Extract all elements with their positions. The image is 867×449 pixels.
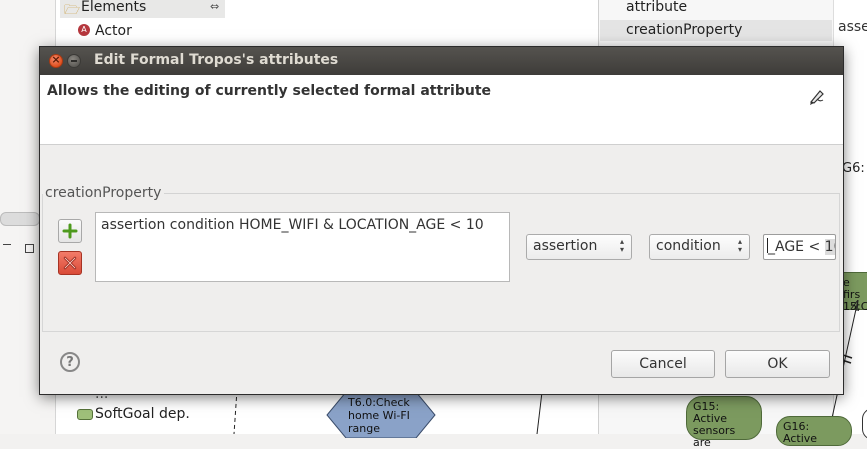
add-button[interactable] — [58, 219, 82, 243]
dialog-title: Edit Formal Tropos's attributes — [94, 52, 339, 68]
goal-node-g15-label: G15: Active sensors are — [693, 400, 736, 449]
close-icon: × — [51, 53, 61, 66]
cancel-button[interactable]: Cancel — [611, 350, 715, 378]
property-row-creationproperty[interactable]: creationProperty — [600, 20, 832, 41]
property-text-area[interactable]: assertion condition HOME_WIFI & LOCATION… — [95, 212, 510, 282]
folder-icon: 🗁 — [64, 3, 81, 18]
updown-arrows-icon: ▴ ▾ — [737, 237, 742, 254]
ok-button[interactable]: OK — [725, 350, 830, 378]
minimize-icon — [71, 60, 77, 62]
task-node-label: T6.0:Check home Wi-FI range — [348, 396, 410, 435]
collapse-icon[interactable] — [3, 244, 11, 245]
goal-node-top-fragment-line1: e firs — [843, 276, 861, 301]
goal-node-edge-fragment[interactable] — [862, 408, 867, 440]
restore-icon[interactable] — [25, 244, 34, 253]
palette-softgoal-dep-label[interactable]: SoftGoal dep. — [95, 406, 190, 422]
edit-pen-icon — [809, 90, 824, 105]
delete-x-icon — [63, 256, 77, 270]
help-button[interactable]: ? — [60, 352, 80, 372]
kind-select[interactable]: assertion ▴ ▾ — [526, 234, 632, 260]
type-select-value: condition — [656, 238, 721, 254]
property-row-creationproperty-label: creationProperty — [626, 22, 743, 38]
dialog-description: Allows the editing of currently selected… — [47, 83, 492, 99]
property-row-attribute[interactable]: attribute — [600, 0, 832, 18]
remove-button[interactable] — [58, 251, 82, 275]
dialog-header: Allows the editing of currently selected… — [40, 75, 843, 145]
edit-attributes-dialog: × Edit Formal Tropos's attributes Allows… — [40, 47, 843, 394]
dialog-titlebar[interactable]: × Edit Formal Tropos's attributes — [40, 47, 843, 75]
window-minimize-button[interactable] — [67, 54, 81, 68]
expression-input[interactable]: _AGE < 10 — [763, 234, 836, 260]
plus-icon — [62, 223, 78, 239]
goal-node-g16-label: G16: Active — [783, 420, 818, 445]
property-value-fragment[interactable]: asse — [838, 19, 867, 35]
pin-icon[interactable]: ⇔ — [210, 0, 219, 13]
window-close-button[interactable]: × — [49, 53, 63, 68]
horizontal-scrollbar-thumb[interactable] — [0, 212, 40, 226]
actor-icon: A — [78, 24, 90, 36]
expression-selected-text: 10 — [824, 239, 835, 255]
goal-node-g16[interactable]: G16: Active — [776, 416, 852, 446]
property-row-attribute-label: attribute — [626, 0, 688, 15]
expression-visible-text: _AGE < — [768, 239, 825, 255]
palette-elements-label: Elements — [81, 0, 147, 15]
palette-actor-label[interactable]: Actor — [95, 23, 132, 39]
type-select[interactable]: condition ▴ ▾ — [649, 234, 750, 260]
updown-arrows-icon: ▴ ▾ — [619, 237, 624, 254]
kind-select-value: assertion — [533, 238, 598, 254]
softgoal-icon — [77, 409, 93, 420]
goal-node-g15[interactable]: G15: Active sensors are — [686, 396, 762, 449]
side-node-fragment: G6: — [842, 161, 865, 176]
